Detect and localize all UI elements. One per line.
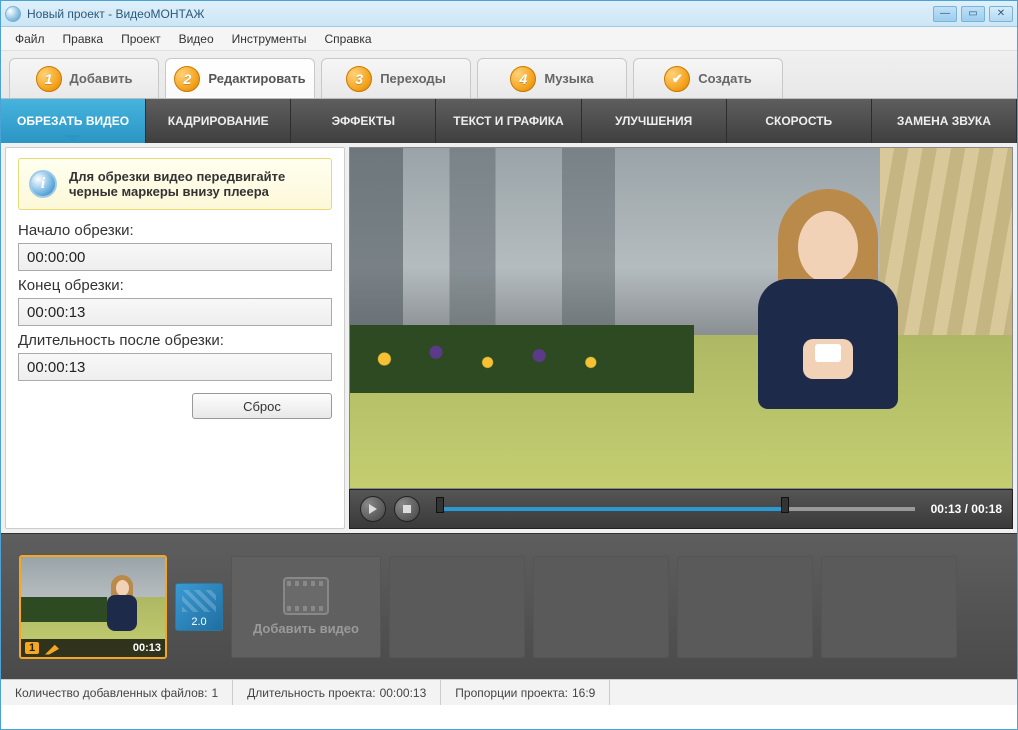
add-video-slot[interactable]: Добавить видео (231, 556, 381, 658)
app-icon (5, 6, 21, 22)
tab-create[interactable]: ✔ Создать (633, 58, 783, 98)
status-files: Количество добавленных файлов: 1 (1, 680, 233, 705)
status-length: Длительность проекта: 00:00:13 (233, 680, 441, 705)
status-bar: Количество добавленных файлов: 1 Длитель… (1, 679, 1017, 705)
reset-button[interactable]: Сброс (192, 393, 332, 419)
menu-help[interactable]: Справка (316, 30, 379, 48)
menu-bar: Файл Правка Проект Видео Инструменты Спр… (1, 27, 1017, 51)
step-3-icon: 3 (346, 66, 372, 92)
window-title: Новый проект - ВидеоМОНТАЖ (27, 7, 933, 21)
menu-file[interactable]: Файл (7, 30, 53, 48)
timeline-clip[interactable]: 1 00:13 (19, 555, 167, 659)
maximize-button[interactable]: ▭ (961, 6, 985, 22)
tab-transitions[interactable]: 3 Переходы (321, 58, 471, 98)
step-1-icon: 1 (36, 66, 62, 92)
main-tabs: 1 Добавить 2 Редактировать 3 Переходы 4 … (1, 51, 1017, 99)
subtab-text[interactable]: ТЕКСТ И ГРАФИКА (436, 99, 581, 143)
check-icon: ✔ (664, 66, 690, 92)
trim-start-field[interactable]: 00:00:00 (18, 243, 332, 271)
empty-slot[interactable] (677, 556, 813, 658)
tab-music-label: Музыка (544, 71, 593, 86)
menu-project[interactable]: Проект (113, 30, 169, 48)
status-aspect: Пропорции проекта: 16:9 (441, 680, 610, 705)
trim-marker-end[interactable] (781, 497, 789, 513)
trim-duration-field[interactable]: 00:00:13 (18, 353, 332, 381)
pencil-icon (45, 641, 59, 655)
trim-end-field[interactable]: 00:00:13 (18, 298, 332, 326)
tab-edit-label: Редактировать (208, 71, 305, 86)
close-button[interactable]: ✕ (989, 6, 1013, 22)
play-button[interactable] (360, 496, 386, 522)
trim-duration-label: Длительность после обрезки: (18, 332, 332, 349)
tab-create-label: Создать (698, 71, 751, 86)
stop-button[interactable] (394, 496, 420, 522)
preview-video[interactable] (349, 147, 1013, 489)
trim-start-label: Начало обрезки: (18, 222, 332, 239)
title-bar: Новый проект - ВидеоМОНТАЖ — ▭ ✕ (1, 1, 1017, 27)
player-controls: 00:13 / 00:18 (349, 489, 1013, 529)
subtab-trim[interactable]: ОБРЕЗАТЬ ВИДЕО (1, 99, 146, 143)
transition-duration: 2.0 (191, 616, 206, 628)
clip-index: 1 (25, 642, 39, 654)
empty-slot[interactable] (389, 556, 525, 658)
subtab-enhance[interactable]: УЛУЧШЕНИЯ (582, 99, 727, 143)
step-2-icon: 2 (174, 66, 200, 92)
transition-slot[interactable]: 2.0 (175, 583, 223, 631)
step-4-icon: 4 (510, 66, 536, 92)
preview-area: 00:13 / 00:18 (349, 147, 1013, 529)
film-icon (283, 577, 329, 615)
add-video-label: Добавить видео (253, 621, 359, 636)
tab-music[interactable]: 4 Музыка (477, 58, 627, 98)
clip-duration: 00:13 (133, 642, 161, 654)
menu-tools[interactable]: Инструменты (224, 30, 315, 48)
minimize-button[interactable]: — (933, 6, 957, 22)
seek-track[interactable] (436, 501, 915, 517)
sub-tabs: ОБРЕЗАТЬ ВИДЕО КАДРИРОВАНИЕ ЭФФЕКТЫ ТЕКС… (1, 99, 1017, 143)
timeline: 1 00:13 2.0 Добавить видео (1, 533, 1017, 679)
info-hint: i Для обрезки видео передвигайте черные … (18, 158, 332, 210)
trim-panel: i Для обрезки видео передвигайте черные … (5, 147, 345, 529)
tab-transitions-label: Переходы (380, 71, 446, 86)
player-time: 00:13 / 00:18 (931, 502, 1002, 516)
tab-add-label: Добавить (70, 71, 133, 86)
trim-end-label: Конец обрезки: (18, 277, 332, 294)
subtab-crop[interactable]: КАДРИРОВАНИЕ (146, 99, 291, 143)
subtab-effects[interactable]: ЭФФЕКТЫ (291, 99, 436, 143)
info-hint-text: Для обрезки видео передвигайте черные ма… (69, 169, 285, 199)
subtab-speed[interactable]: СКОРОСТЬ (727, 99, 872, 143)
menu-edit[interactable]: Правка (55, 30, 112, 48)
tab-add[interactable]: 1 Добавить (9, 58, 159, 98)
tab-edit[interactable]: 2 Редактировать (165, 58, 315, 98)
info-icon: i (29, 170, 57, 198)
empty-slot[interactable] (821, 556, 957, 658)
subtab-audio[interactable]: ЗАМЕНА ЗВУКА (872, 99, 1017, 143)
trim-marker-start[interactable] (436, 497, 444, 513)
content-area: i Для обрезки видео передвигайте черные … (1, 143, 1017, 533)
menu-video[interactable]: Видео (171, 30, 222, 48)
empty-slot[interactable] (533, 556, 669, 658)
